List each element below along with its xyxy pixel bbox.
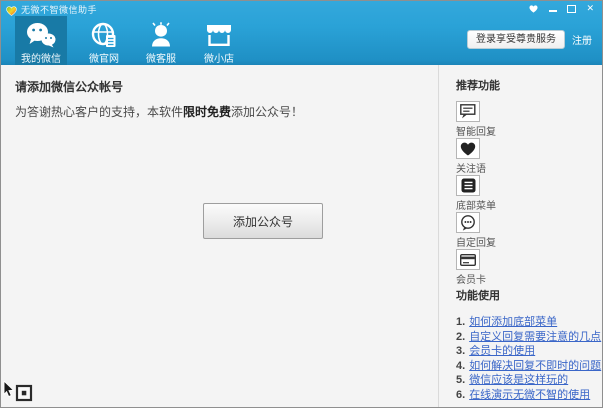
tab-micro-site[interactable]: 微官网 xyxy=(78,16,130,65)
feature-smart-reply[interactable]: 智能回复 xyxy=(456,101,496,138)
tab-label: 微小店 xyxy=(204,50,234,65)
add-account-button[interactable]: 添加公众号 xyxy=(203,203,323,239)
tab-micro-service[interactable]: 微客服 xyxy=(135,16,187,65)
help-link-row: 1. 如何添加底部菜单 xyxy=(456,315,601,330)
minimize-icon[interactable] xyxy=(548,4,557,13)
app-window: 无微不智微信助手 ✕ xyxy=(0,0,603,408)
help-link[interactable]: 如何添加底部菜单 xyxy=(469,316,557,328)
feature-bottom-menu[interactable]: 底部菜单 xyxy=(456,175,496,212)
login-area: 登录享受尊贵服务 注册 xyxy=(467,30,592,49)
heart-icon xyxy=(456,138,480,159)
feature-label: 智能回复 xyxy=(456,123,496,138)
wechat-bubbles-icon xyxy=(26,21,56,48)
feature-follow-greeting[interactable]: 关注语 xyxy=(456,138,496,175)
help-link[interactable]: 会员卡的使用 xyxy=(469,345,535,357)
round-chat-icon xyxy=(456,212,480,233)
nav-tabs: 我的微信 微官网 xyxy=(15,16,245,65)
tab-label: 微客服 xyxy=(146,50,176,65)
service-person-icon xyxy=(148,21,174,48)
close-icon[interactable]: ✕ xyxy=(586,4,594,13)
help-link-row: 5. 微信应该是这样玩的 xyxy=(456,373,601,388)
tab-my-wechat[interactable]: 我的微信 xyxy=(15,16,67,65)
link-number: 6. xyxy=(456,389,465,401)
chat-lines-icon xyxy=(456,101,480,122)
help-link[interactable]: 微信应该是这样玩的 xyxy=(469,374,568,386)
help-link[interactable]: 在线演示无微不智的使用 xyxy=(469,389,590,401)
header: 无微不智微信助手 ✕ xyxy=(1,1,602,65)
tab-label: 我的微信 xyxy=(21,50,61,65)
register-link[interactable]: 注册 xyxy=(572,32,592,47)
tab-label: 微官网 xyxy=(89,50,119,65)
feature-label: 底部菜单 xyxy=(456,197,496,212)
help-link-row: 6. 在线演示无微不智的使用 xyxy=(456,388,601,403)
feature-label: 自定回复 xyxy=(456,234,496,249)
link-number: 1. xyxy=(456,316,465,328)
help-link-row: 2. 自定义回复需要注意的几点 xyxy=(456,330,601,345)
feature-custom-reply[interactable]: 自定回复 xyxy=(456,212,496,249)
feature-label: 关注语 xyxy=(456,160,496,175)
usage-title: 功能使用 xyxy=(456,287,500,303)
feature-member-card[interactable]: 会员卡 xyxy=(456,249,496,286)
main-panel: 请添加微信公众帐号 为答谢热心客户的支持，本软件限时免费添加公众号！ 添加公众号 xyxy=(1,65,438,408)
titlebar[interactable]: 无微不智微信助手 ✕ xyxy=(1,1,602,16)
help-links: 1. 如何添加底部菜单 2. 自定义回复需要注意的几点 3. 会员卡的使用 4. 如何解… xyxy=(456,315,601,403)
promo-prefix: 为答谢热心客户的支持，本软件 xyxy=(15,105,183,119)
heart-skin-icon[interactable] xyxy=(529,5,538,13)
sidebar: 推荐功能 智能回复 xyxy=(439,65,603,408)
shop-awning-icon xyxy=(206,21,232,48)
help-link-row: 3. 会员卡的使用 xyxy=(456,344,601,359)
promo-text: 为答谢热心客户的支持，本软件限时免费添加公众号！ xyxy=(15,103,303,120)
help-link[interactable]: 如何解决回复不即时的问题 xyxy=(469,360,601,372)
promo-suffix: 添加公众号！ xyxy=(231,105,303,119)
link-number: 5. xyxy=(456,374,465,386)
mouse-cursor-icon xyxy=(3,381,35,405)
help-link[interactable]: 自定义回复需要注意的几点 xyxy=(469,331,601,343)
link-number: 2. xyxy=(456,331,465,343)
globe-site-icon xyxy=(91,21,117,48)
tab-micro-shop[interactable]: 微小店 xyxy=(193,16,245,65)
page-title: 请添加微信公众帐号 xyxy=(15,78,123,95)
link-number: 4. xyxy=(456,360,465,372)
promo-bold: 限时免费 xyxy=(183,105,231,119)
feature-list: 智能回复 关注语 xyxy=(456,101,496,286)
feature-label: 会员卡 xyxy=(456,271,496,286)
menu-list-icon xyxy=(456,175,480,196)
login-button[interactable]: 登录享受尊贵服务 xyxy=(467,30,565,49)
content: 请添加微信公众帐号 为答谢热心客户的支持，本软件限时免费添加公众号！ 添加公众号… xyxy=(1,65,603,408)
member-card-icon xyxy=(456,249,480,270)
link-number: 3. xyxy=(456,345,465,357)
maximize-icon[interactable] xyxy=(567,5,576,13)
window-controls: ✕ xyxy=(529,3,594,14)
window-title: 无微不智微信助手 xyxy=(21,3,97,16)
help-link-row: 4. 如何解决回复不即时的问题 xyxy=(456,359,601,374)
recommended-title: 推荐功能 xyxy=(456,77,500,93)
